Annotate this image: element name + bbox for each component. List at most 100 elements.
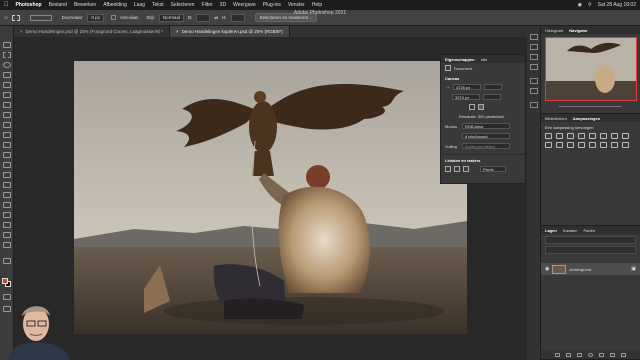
select-and-mask-button[interactable]: Selecteren en maskeren... bbox=[254, 13, 318, 22]
menu-item-laag[interactable]: Laag bbox=[134, 2, 145, 8]
tab-navigator[interactable]: Navigator bbox=[569, 28, 587, 33]
selection-mode-icons[interactable] bbox=[29, 14, 52, 21]
close-icon[interactable]: × bbox=[20, 29, 23, 34]
healing-brush-tool-icon[interactable] bbox=[3, 112, 11, 118]
fill-select[interactable]: Achtergrondkleur bbox=[462, 143, 510, 149]
zoom-tool-icon[interactable] bbox=[3, 242, 11, 248]
marquee-tool-icon[interactable] bbox=[11, 14, 20, 21]
black-white-icon[interactable] bbox=[622, 133, 629, 139]
layer-filter-row[interactable] bbox=[545, 236, 636, 244]
channel-mixer-icon[interactable] bbox=[556, 142, 563, 148]
add-mask-icon[interactable] bbox=[577, 352, 582, 357]
hand-tool-icon[interactable] bbox=[3, 232, 11, 238]
exposure-icon[interactable] bbox=[578, 133, 585, 139]
close-icon[interactable]: × bbox=[176, 29, 179, 34]
menu-item-help[interactable]: Help bbox=[312, 2, 322, 8]
brush-tool-icon[interactable] bbox=[3, 122, 11, 128]
menu-item-plugins[interactable]: Plug-ins bbox=[263, 2, 281, 8]
layer-row[interactable]: ◉ Achtergrond ▣ bbox=[541, 263, 640, 275]
tab-kanalen[interactable]: Kanalen bbox=[563, 228, 578, 233]
quick-select-tool-icon[interactable] bbox=[3, 72, 11, 78]
path-selection-tool-icon[interactable] bbox=[3, 212, 11, 218]
canvas-section-title[interactable]: Canvas bbox=[441, 73, 525, 82]
tab-demo-handelingen[interactable]: × Demo Handelingen.psd @ 25% (Fotogrond … bbox=[14, 26, 171, 37]
posterize-icon[interactable] bbox=[589, 142, 596, 148]
swatches-icon[interactable] bbox=[530, 64, 538, 70]
menu-item-3d[interactable]: 3D bbox=[220, 2, 226, 8]
swap-icon[interactable]: ⇄ bbox=[214, 15, 218, 21]
ruler-icon[interactable] bbox=[445, 166, 451, 172]
new-layer-icon[interactable] bbox=[610, 352, 615, 357]
menu-item-bewerken[interactable]: Bewerken bbox=[74, 2, 96, 8]
canvas-height-input[interactable]: 3373 px bbox=[452, 94, 480, 100]
blur-tool-icon[interactable] bbox=[3, 172, 11, 178]
lock-row[interactable] bbox=[545, 256, 636, 263]
landscape-icon[interactable] bbox=[478, 104, 484, 110]
clock[interactable]: Sat 28 Aug 18:02 bbox=[598, 2, 636, 8]
threshold-icon[interactable] bbox=[600, 142, 607, 148]
app-menu[interactable]: Photoshop bbox=[16, 2, 42, 8]
selective-color-icon[interactable] bbox=[622, 142, 629, 148]
lasso-tool-icon[interactable] bbox=[3, 62, 11, 68]
wifi-icon[interactable]: ◉ bbox=[578, 2, 582, 8]
navigator-view-box[interactable] bbox=[545, 37, 637, 101]
portrait-icon[interactable] bbox=[469, 104, 475, 110]
tab-lagen[interactable]: Lagen bbox=[545, 228, 557, 233]
new-adjustment-icon[interactable] bbox=[588, 352, 593, 357]
feather-input[interactable]: 0 px bbox=[87, 13, 104, 22]
menu-item-bestand[interactable]: Bestand bbox=[49, 2, 67, 8]
menu-item-tekst[interactable]: Tekst bbox=[152, 2, 164, 8]
link-layers-icon[interactable] bbox=[555, 352, 560, 357]
invert-icon[interactable] bbox=[578, 142, 585, 148]
gradient-map-icon[interactable] bbox=[611, 142, 618, 148]
hue-saturation-icon[interactable] bbox=[600, 133, 607, 139]
frame-tool-icon[interactable] bbox=[3, 92, 11, 98]
curves-icon[interactable] bbox=[567, 133, 574, 139]
guides-icon[interactable] bbox=[463, 166, 469, 172]
crop-tool-icon[interactable] bbox=[3, 82, 11, 88]
mode-select[interactable]: RGB-kleur bbox=[462, 123, 510, 129]
tab-histogram[interactable]: Histogram bbox=[545, 28, 563, 33]
tab-bibliotheken[interactable]: Bibliotheken bbox=[545, 116, 567, 121]
more-tools-icon[interactable] bbox=[3, 258, 11, 264]
levels-icon[interactable] bbox=[556, 133, 563, 139]
menu-item-filter[interactable]: Filter bbox=[202, 2, 213, 8]
history-brush-tool-icon[interactable] bbox=[3, 142, 11, 148]
link-icon[interactable]: → bbox=[445, 84, 450, 90]
menu-item-weergave[interactable]: Weergave bbox=[233, 2, 256, 8]
canvas-width-input[interactable]: 4725 px bbox=[453, 84, 481, 90]
canvas-y-input[interactable] bbox=[483, 94, 501, 100]
tab-demo-handelingen-kopie[interactable]: × Demo Handelingen kopiëren.psd @ 25% (R… bbox=[170, 26, 290, 37]
character-icon[interactable] bbox=[530, 88, 538, 94]
history-icon[interactable] bbox=[530, 34, 538, 40]
shape-tool-icon[interactable] bbox=[3, 222, 11, 228]
lock-icon[interactable]: ▣ bbox=[631, 266, 636, 272]
height-input[interactable] bbox=[230, 13, 245, 22]
tab-paden[interactable]: Paden bbox=[583, 228, 595, 233]
vibrance-icon[interactable] bbox=[589, 133, 596, 139]
fx-icon[interactable] bbox=[566, 352, 571, 357]
blend-mode-row[interactable] bbox=[545, 246, 636, 254]
gradient-tool-icon[interactable] bbox=[3, 162, 11, 168]
marquee-tool-icon[interactable] bbox=[3, 52, 11, 58]
dodge-tool-icon[interactable] bbox=[3, 182, 11, 188]
layer-name[interactable]: Achtergrond bbox=[569, 267, 591, 272]
tab-eigenschappen[interactable]: Eigenschappen bbox=[445, 57, 475, 62]
canvas-x-input[interactable] bbox=[484, 84, 502, 90]
pen-tool-icon[interactable] bbox=[3, 192, 11, 198]
color-lookup-icon[interactable] bbox=[567, 142, 574, 148]
style-select[interactable]: Normaal bbox=[158, 13, 184, 22]
eyedropper-tool-icon[interactable] bbox=[3, 102, 11, 108]
rulers-section-title[interactable]: Linialen en rasters bbox=[441, 154, 525, 164]
apple-icon[interactable]:  bbox=[4, 2, 9, 8]
foreground-color-swatch[interactable] bbox=[2, 278, 8, 284]
eye-icon[interactable]: ◉ bbox=[545, 266, 549, 272]
bit-depth-select[interactable]: 8 bits/kanaal bbox=[462, 133, 510, 139]
layer-thumbnail[interactable] bbox=[552, 264, 567, 274]
photo-filter-icon[interactable] bbox=[545, 142, 552, 148]
home-icon[interactable]: ⌂ bbox=[4, 15, 8, 21]
grid-icon[interactable] bbox=[454, 166, 460, 172]
brightness-contrast-icon[interactable] bbox=[545, 133, 552, 139]
type-tool-icon[interactable] bbox=[3, 202, 11, 208]
document-image[interactable] bbox=[74, 61, 467, 334]
